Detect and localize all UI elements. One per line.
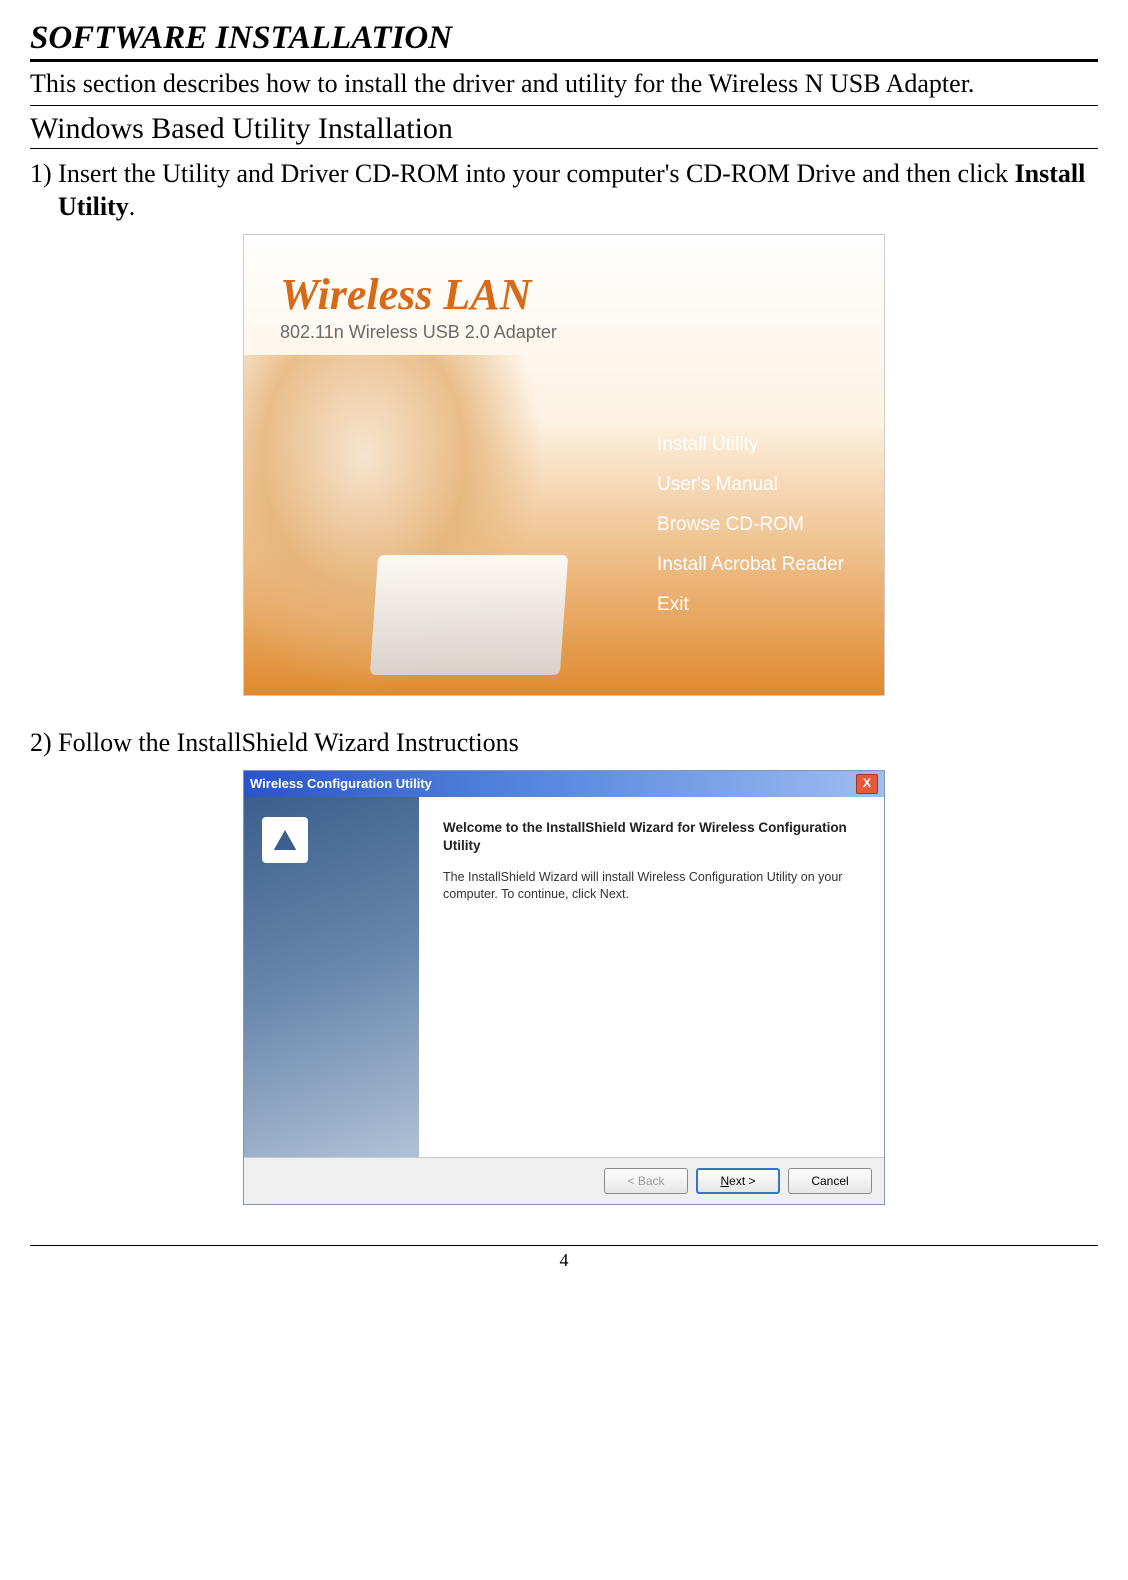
next-button[interactable]: Next > [696,1168,780,1194]
subsection-title: Windows Based Utility Installation [30,112,1098,149]
cd-autorun-screenshot: Wireless LAN 802.11n Wireless USB 2.0 Ad… [243,234,885,696]
cd-menu: Install Utility User's Manual Browse CD-… [657,425,844,625]
wizard-footer: < Back Next > Cancel [244,1157,884,1204]
cd-menu-install-acrobat[interactable]: Install Acrobat Reader [657,545,844,585]
cd-menu-exit[interactable]: Exit [657,585,844,625]
wizard-sidebar [244,797,419,1157]
wizard-welcome-heading: Welcome to the InstallShield Wizard for … [443,819,860,855]
cd-product-title: Wireless LAN [280,269,884,320]
cd-header: Wireless LAN 802.11n Wireless USB 2.0 Ad… [244,235,884,343]
wizard-titlebar: Wireless Configuration Utility X [244,771,884,797]
section-title: SOFTWARE INSTALLATION [30,20,1098,62]
cd-menu-browse-cdrom[interactable]: Browse CD-ROM [657,505,844,545]
close-icon[interactable]: X [856,774,878,794]
cd-menu-install-utility[interactable]: Install Utility [657,425,844,465]
cd-product-subtitle: 802.11n Wireless USB 2.0 Adapter [280,322,884,343]
cd-menu-users-manual[interactable]: User's Manual [657,465,844,505]
page-number: 4 [30,1245,1098,1271]
step-1: 1) Insert the Utility and Driver CD-ROM … [30,157,1098,225]
step-1-text-suffix: . [129,192,136,221]
cd-laptop-photo [370,555,568,675]
cancel-button[interactable]: Cancel [788,1168,872,1194]
back-button: < Back [604,1168,688,1194]
step-2: 2) Follow the InstallShield Wizard Instr… [30,726,1098,760]
wizard-description: The InstallShield Wizard will install Wi… [443,869,860,903]
wizard-title-text: Wireless Configuration Utility [250,771,432,797]
installshield-screenshot: Wireless Configuration Utility X Welcome… [243,770,885,1205]
wizard-main-panel: Welcome to the InstallShield Wizard for … [419,797,884,1157]
step-1-text-prefix: 1) Insert the Utility and Driver CD-ROM … [30,159,1015,188]
installshield-logo-icon [262,817,308,863]
wizard-body: Welcome to the InstallShield Wizard for … [244,797,884,1157]
intro-paragraph: This section describes how to install th… [30,68,1098,106]
